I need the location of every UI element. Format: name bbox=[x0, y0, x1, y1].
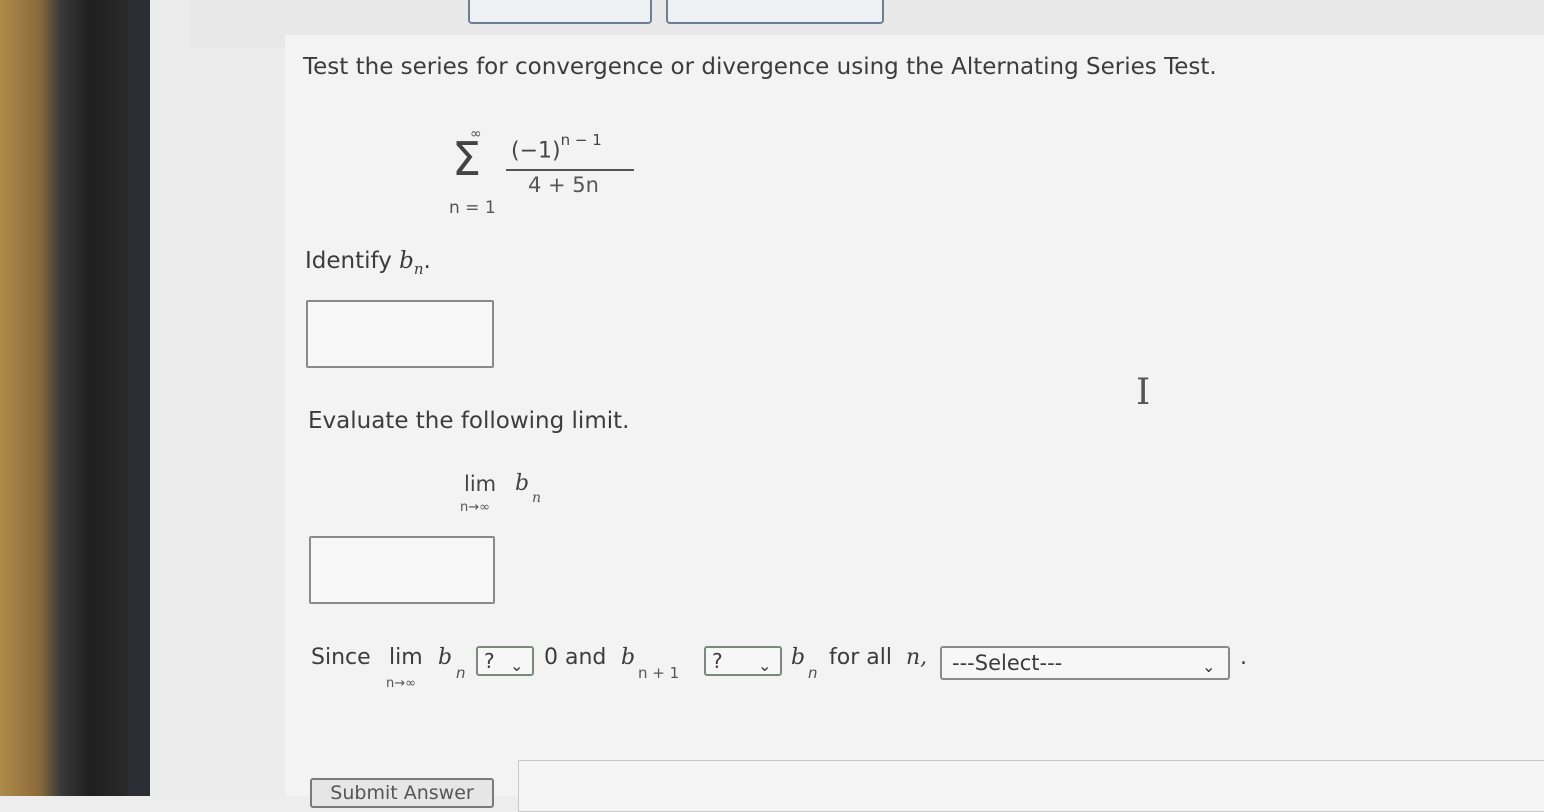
sum-lower-limit: n = 1 bbox=[449, 198, 496, 218]
identify-sub: n bbox=[413, 260, 424, 278]
zero-and-text: 0 and bbox=[544, 645, 607, 670]
since-b: b bbox=[438, 645, 453, 670]
identify-text: Identify bbox=[305, 248, 392, 274]
submit-answer-button[interactable]: Submit Answer bbox=[310, 778, 494, 808]
since-b-sub: n bbox=[456, 664, 466, 682]
chevron-down-icon: ⌄ bbox=[1202, 657, 1216, 676]
numerator-exponent: n − 1 bbox=[560, 131, 602, 149]
question-prompt: Test the series for convergence or diver… bbox=[303, 54, 1217, 80]
limit-subscript: n→∞ bbox=[460, 500, 490, 515]
for-all-text: for all bbox=[829, 645, 892, 670]
since-lim: lim bbox=[389, 645, 423, 670]
screen-edge bbox=[128, 0, 150, 796]
numerator-base: (−1) bbox=[511, 138, 561, 164]
fraction-denominator: 4 + 5n bbox=[528, 173, 599, 197]
identify-label: Identify bn. bbox=[305, 248, 431, 278]
limit-var-sub: n bbox=[532, 490, 542, 506]
limit-answer-input[interactable] bbox=[309, 536, 495, 604]
bn-answer-input[interactable] bbox=[306, 300, 494, 368]
since-word: Since bbox=[311, 645, 371, 670]
n-variable: n, bbox=[906, 645, 928, 670]
top-button-1[interactable] bbox=[468, 0, 652, 24]
limit-var: b bbox=[515, 471, 530, 496]
feedback-area bbox=[518, 760, 1544, 812]
since-b2: b bbox=[621, 645, 636, 670]
limit-prompt: Evaluate the following limit. bbox=[308, 408, 630, 434]
identify-period: . bbox=[423, 248, 431, 274]
since-n-plus-1: n + 1 bbox=[638, 664, 680, 682]
since-lim-sub: n→∞ bbox=[386, 676, 416, 691]
fraction-bar bbox=[506, 169, 634, 171]
top-button-2[interactable] bbox=[666, 0, 884, 24]
conclusion-select[interactable]: ---Select--- ⌄ bbox=[940, 646, 1230, 680]
since-b3-sub: n bbox=[808, 664, 818, 682]
conclusion-value: ---Select--- bbox=[952, 651, 1063, 675]
limit-comparison-select[interactable]: ? ⌄ bbox=[476, 646, 534, 676]
sentence-period: . bbox=[1240, 645, 1247, 670]
sum-symbol: Σ bbox=[452, 132, 482, 186]
term-comparison-value: ? bbox=[712, 649, 723, 673]
chevron-down-icon: ⌄ bbox=[758, 656, 772, 675]
limit-lim: lim bbox=[464, 472, 497, 496]
chevron-down-icon: ⌄ bbox=[510, 656, 524, 675]
page-gutter bbox=[150, 0, 285, 796]
fraction-numerator: (−1)n − 1 bbox=[511, 131, 602, 164]
since-b3: b bbox=[791, 645, 806, 670]
text-cursor-icon: I bbox=[1136, 372, 1151, 413]
term-comparison-select[interactable]: ? ⌄ bbox=[704, 646, 782, 676]
identify-var: b bbox=[399, 248, 414, 274]
limit-comparison-value: ? bbox=[484, 649, 495, 673]
